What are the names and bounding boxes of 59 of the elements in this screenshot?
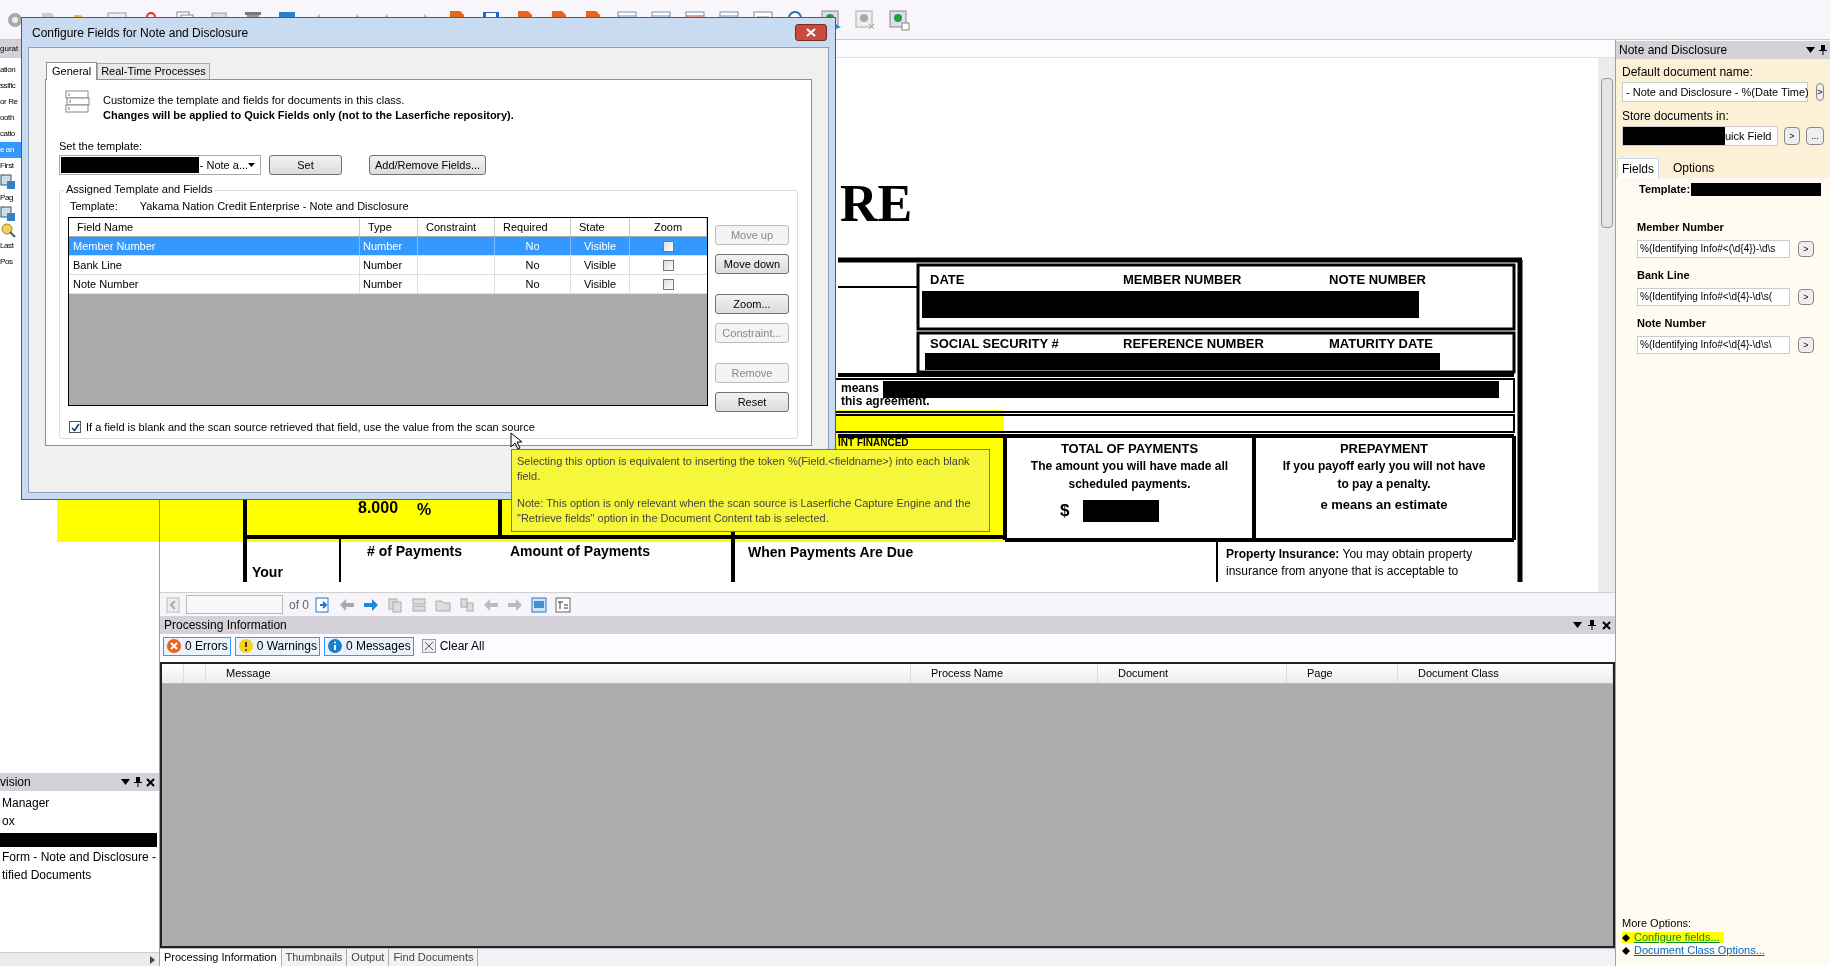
table-cell: Member Number — [69, 237, 360, 255]
page-count: of 0 — [289, 598, 309, 611]
field-label: Default document name: — [1622, 66, 1754, 78]
panel-title: Note and Disclosure — [1619, 44, 1728, 56]
form-label: REFERENCE NUMBER — [1123, 337, 1264, 350]
table-cell: Visible — [571, 256, 630, 274]
form-text: The amount you will have made all — [1029, 460, 1230, 472]
section-label: More Options: — [1622, 918, 1693, 929]
template-label: Template: — [1639, 183, 1691, 195]
form-text: Your — [252, 565, 283, 579]
field-label: Bank Line — [1637, 270, 1691, 281]
field-label: Set the template: — [59, 141, 144, 152]
form-text: If you payoff early you will not have — [1281, 460, 1487, 472]
panel-title: vision — [0, 776, 31, 788]
form-text: Property Insurance: You may obtain property insurance from anyone that is acceptable to — [1226, 546, 1474, 580]
form-label: PREPAYMENT — [1338, 442, 1430, 455]
field-label: Note Number — [1637, 318, 1708, 329]
field-label: Store documents in: — [1622, 110, 1730, 122]
table-cell: Visible — [571, 237, 630, 255]
template-caption: Template: — [70, 201, 118, 212]
form-text: means — [841, 382, 880, 394]
form-label: INT FINANCED — [838, 438, 909, 448]
field-label: Member Number — [1637, 222, 1725, 233]
table-cell: Note Number — [69, 275, 360, 293]
table-cell: Number — [360, 275, 418, 293]
table-cell: No — [495, 256, 571, 274]
form-text: scheduled payments. — [1067, 478, 1192, 490]
form-label: MATURITY DATE — [1329, 337, 1433, 350]
template-name: Yakama Nation Credit Enterprise - Note and Disclosure — [139, 201, 409, 212]
form-label: # of Payments — [367, 544, 462, 558]
table-cell: No — [495, 275, 571, 293]
form-text: this agreement. — [841, 395, 930, 407]
form-label: DATE — [930, 273, 965, 286]
table-cell: No — [495, 237, 571, 255]
group-title: Assigned Template and Fields — [64, 184, 215, 195]
checkbox-label: If a field is blank and the scan source retrieved that field, use the value from the scan source — [86, 421, 535, 433]
panel-title: Processing Information — [164, 619, 287, 631]
form-label: SOCIAL SECURITY # — [930, 337, 1059, 350]
panel-title: gurat — [0, 45, 19, 53]
table-cell: Visible — [571, 275, 630, 293]
table-cell: Number — [360, 256, 418, 274]
form-text: $ — [1060, 502, 1070, 519]
tooltip-text: Selecting this option is equivalent to inserting the token %(Field.<fieldname>) into each blank field. — [517, 454, 971, 484]
form-text: to pay a penalty. — [1336, 478, 1432, 490]
form-label: MEMBER NUMBER — [1123, 273, 1242, 286]
form-label: When Payments Are Due — [748, 545, 914, 559]
window-title: Configure Fields for Note and Disclosure — [32, 26, 249, 39]
page-heading: RE — [840, 178, 913, 230]
description-text: Customize the template and fields for documents in this class. — [103, 95, 406, 106]
form-text: e means an estimate — [1319, 498, 1449, 511]
form-value: % — [417, 502, 432, 518]
warning-text: Changes will be applied to Quick Fields only (not to the Laserfiche repository). — [103, 110, 514, 121]
form-label: NOTE NUMBER — [1329, 273, 1426, 286]
tooltip-text: Note: This option is only relevant when the scan source is Laserfiche Capture Engine and the "Retrieve fields" option in the Document Content tab is selected. — [517, 496, 972, 526]
form-label: TOTAL OF PAYMENTS — [1059, 442, 1200, 455]
table-cell: Number — [360, 237, 418, 255]
form-label: Amount of Payments — [510, 544, 650, 558]
form-value: 8.000 — [358, 500, 399, 516]
table-cell: Bank Line — [69, 256, 360, 274]
